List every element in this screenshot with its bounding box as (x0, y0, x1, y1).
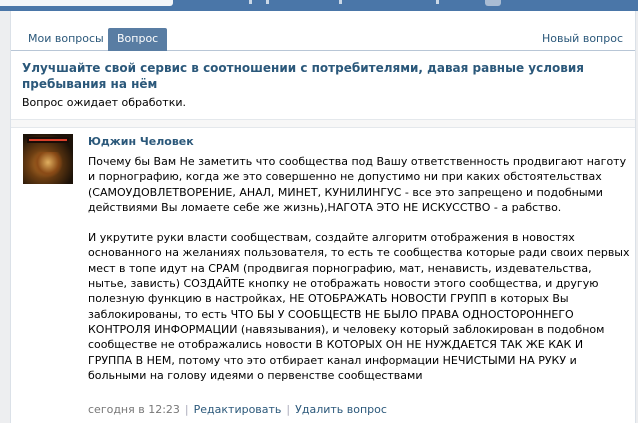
new-question-link[interactable]: Новый вопрос (542, 28, 623, 51)
support-page: Мои вопросы Вопрос Новый вопрос Улучшайт… (10, 11, 636, 423)
header-icon[interactable] (339, 0, 342, 4)
notifications-icon[interactable] (485, 0, 501, 6)
avatar-image (33, 152, 63, 178)
timestamp: сегодня в 12:23 (88, 403, 180, 416)
question-title: Улучшайте свой сервис в соотношении с по… (22, 61, 584, 91)
header-icon[interactable] (249, 0, 252, 4)
avatar-logo (27, 137, 69, 143)
tab-question[interactable]: Вопрос (108, 28, 168, 51)
top-header-bar (0, 0, 638, 11)
reply-paragraph: Почему бы Вам Не заметить что сообщества… (88, 155, 627, 214)
tab-my-questions[interactable]: Мои вопросы (19, 28, 113, 51)
search-input[interactable] (0, 0, 173, 6)
separator: | (184, 403, 189, 416)
header-icon[interactable] (436, 0, 439, 4)
delete-question-link[interactable]: Удалить вопрос (295, 403, 387, 416)
edit-link[interactable]: Редактировать (194, 403, 282, 416)
avatar[interactable] (23, 134, 73, 184)
reply-meta: сегодня в 12:23 | Редактировать | Удалить во… (88, 403, 387, 416)
reply-body: Почему бы Вам Не заметить что сообщества… (88, 154, 630, 383)
header-icon[interactable] (266, 0, 269, 4)
question-status: Вопрос ожидает обработки. (22, 96, 186, 109)
author-name[interactable]: Юджин Человек (88, 135, 194, 148)
reply-paragraph: И укрутите руки власти сообществам, созд… (88, 231, 630, 382)
section-divider (11, 119, 635, 128)
tab-bar: Мои вопросы Вопрос Новый вопрос (11, 11, 635, 51)
separator: | (286, 403, 291, 416)
